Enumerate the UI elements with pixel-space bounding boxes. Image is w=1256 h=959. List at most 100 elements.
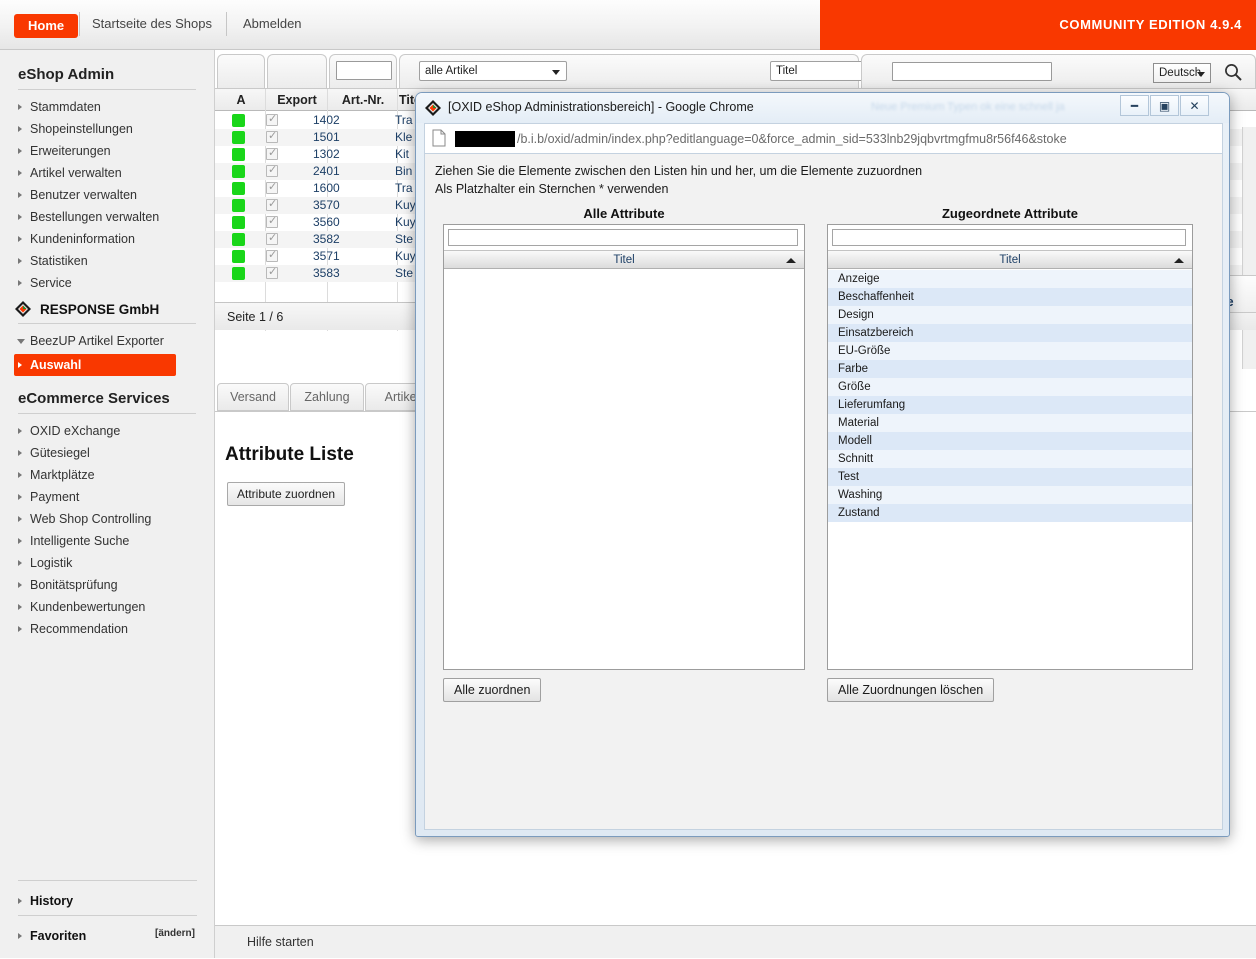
attribute-assign-button[interactable]: Attribute zuordnen <box>227 482 346 506</box>
sidebar-item-kundeninformation[interactable]: Kundeninformation <box>0 228 214 250</box>
chevron-right-icon <box>18 582 22 588</box>
list-item[interactable]: Schnitt <box>828 450 1192 468</box>
sidebar-item-recommendation[interactable]: Recommendation <box>0 618 214 640</box>
sidebar-item-payment[interactable]: Payment <box>0 486 214 508</box>
popup-url-bar[interactable]: /b.i.b/oxid/admin/index.php?editlanguage… <box>424 123 1223 153</box>
filter4-input[interactable] <box>892 62 1052 81</box>
maximize-button[interactable]: ▣ <box>1150 95 1179 116</box>
close-button[interactable]: ✕ <box>1180 95 1209 116</box>
export-checkbox[interactable] <box>266 214 278 228</box>
redacted-host <box>455 131 515 147</box>
oxid-diamond-icon <box>425 100 441 116</box>
export-checkbox[interactable] <box>266 129 278 143</box>
sidebar-item-web-shop-controlling[interactable]: Web Shop Controlling <box>0 508 214 530</box>
sidebar-item-erweiterungen[interactable]: Erweiterungen <box>0 140 214 162</box>
export-checkbox[interactable] <box>266 197 278 211</box>
cell-artnr: 1501 <box>313 130 340 144</box>
left-list-column-header[interactable]: Titel <box>444 250 804 269</box>
export-checkbox[interactable] <box>266 146 278 160</box>
sidebar-item-oxid-exchange[interactable]: OXID eXchange <box>0 420 214 442</box>
export-checkbox[interactable] <box>266 180 278 194</box>
sidebar-item-label: Benutzer verwalten <box>30 188 138 202</box>
popup-titlebar[interactable]: [OXID eShop Administrationsbereich] - Go… <box>416 93 1229 123</box>
category-select[interactable]: alle Artikel <box>419 61 567 81</box>
search-icon[interactable] <box>1223 62 1243 82</box>
list-item[interactable]: Washing <box>828 486 1192 504</box>
sidebar-item-favoriten[interactable]: Favoriten [ändern] <box>0 922 215 950</box>
export-checkbox[interactable] <box>266 265 278 279</box>
sidebar-item-guetesiegel[interactable]: Gütesiegel <box>0 442 214 464</box>
sidebar-item-label: Erweiterungen <box>30 144 111 158</box>
cell-artnr: 1600 <box>313 181 340 195</box>
artnr-filter-input[interactable] <box>336 61 392 80</box>
list-item[interactable]: EU-Größe <box>828 342 1192 360</box>
sidebar-item-stammdaten[interactable]: Stammdaten <box>0 96 214 118</box>
right-list-heading: Zugeordnete Attribute <box>941 206 1078 221</box>
tab-zahlung[interactable]: Zahlung <box>290 383 364 411</box>
list-item[interactable]: Farbe <box>828 360 1192 378</box>
assign-all-button[interactable]: Alle zuordnen <box>443 678 542 702</box>
maximize-icon: ▣ <box>1158 99 1171 113</box>
list-item[interactable]: Lieferumfang <box>828 396 1192 414</box>
sidebar-item-label: Kundeninformation <box>30 232 135 246</box>
right-list-filter-input[interactable] <box>832 229 1186 246</box>
clear-all-assignments-button[interactable]: Alle Zuordnungen löschen <box>827 678 995 702</box>
left-list-rows[interactable] <box>444 270 804 669</box>
chevron-right-icon <box>18 933 22 939</box>
sidebar-item-beezup-exporter[interactable]: BeezUP Artikel Exporter <box>0 330 214 352</box>
toolbar-cell-export <box>267 54 327 88</box>
sidebar-item-bonitaetspruefung[interactable]: Bonitätsprüfung <box>0 574 214 596</box>
sidebar-item-intelligente-suche[interactable]: Intelligente Suche <box>0 530 214 552</box>
col-header-artnr[interactable]: Art.-Nr. <box>329 89 397 111</box>
list-item[interactable]: Modell <box>828 432 1192 450</box>
list-item[interactable]: Einsatzbereich <box>828 324 1192 342</box>
nav-shop-home-link[interactable]: Startseite des Shops <box>92 16 212 31</box>
sidebar-item-label: Artikel verwalten <box>30 166 122 180</box>
sidebar-item-bestellungen-verwalten[interactable]: Bestellungen verwalten <box>0 206 214 228</box>
sidebar-item-label: Bestellungen verwalten <box>30 210 160 224</box>
sidebar-item-benutzer-verwalten[interactable]: Benutzer verwalten <box>0 184 214 206</box>
sidebar-item-auswahl[interactable]: Auswahl <box>14 354 176 376</box>
language-select[interactable]: Deutsch <box>1153 63 1211 83</box>
chevron-right-icon <box>18 428 22 434</box>
list-item[interactable]: Zustand <box>828 504 1192 522</box>
help-start-link[interactable]: Hilfe starten <box>215 925 1256 958</box>
list-item[interactable]: Anzeige <box>828 270 1192 288</box>
popup-window-title: [OXID eShop Administrationsbereich] - Go… <box>448 100 754 114</box>
col-header-export[interactable]: Export <box>267 89 327 111</box>
sidebar-item-service[interactable]: Service <box>0 272 214 294</box>
sidebar-item-statistiken[interactable]: Statistiken <box>0 250 214 272</box>
sidebar-item-marktplaetze[interactable]: Marktplätze <box>0 464 214 486</box>
list-item[interactable]: Größe <box>828 378 1192 396</box>
right-list-rows[interactable]: Anzeige Beschaffenheit Design Einsatzbereic… <box>828 270 1192 669</box>
export-checkbox[interactable] <box>266 112 278 126</box>
col-header-status[interactable]: A <box>217 89 265 111</box>
nav-home-button[interactable]: Home <box>14 14 79 38</box>
table-scrollbar[interactable] <box>1242 127 1256 369</box>
sidebar-item-artikel-verwalten[interactable]: Artikel verwalten <box>0 162 214 184</box>
nav-logout-link[interactable]: Abmelden <box>243 16 302 31</box>
chevron-down-icon <box>552 70 560 75</box>
sidebar-item-label: Kundenbewertungen <box>30 600 146 614</box>
right-list-column-header[interactable]: Titel <box>828 250 1192 269</box>
sidebar-item-kundenbewertungen[interactable]: Kundenbewertungen <box>0 596 214 618</box>
list-item[interactable]: Design <box>828 306 1192 324</box>
export-checkbox[interactable] <box>266 248 278 262</box>
sidebar-item-history[interactable]: History <box>0 887 215 915</box>
list-item[interactable]: Test <box>828 468 1192 486</box>
instruction-line-1: Ziehen Sie die Elemente zwischen den Lis… <box>435 164 923 178</box>
chevron-right-icon <box>18 104 22 110</box>
favorites-edit-link[interactable]: [ändern] <box>155 927 195 941</box>
minimize-button[interactable]: ━ <box>1120 95 1149 116</box>
sidebar-item-shopeinstellungen[interactable]: Shopeinstellungen <box>0 118 214 140</box>
chevron-right-icon <box>18 450 22 456</box>
left-list-filter-input[interactable] <box>448 229 798 246</box>
export-checkbox[interactable] <box>266 163 278 177</box>
list-item[interactable]: Material <box>828 414 1192 432</box>
list-item[interactable]: Beschaffenheit <box>828 288 1192 306</box>
export-checkbox[interactable] <box>266 231 278 245</box>
nav-divider <box>79 12 80 36</box>
chevron-right-icon <box>18 516 22 522</box>
sidebar-item-logistik[interactable]: Logistik <box>0 552 214 574</box>
tab-versand[interactable]: Versand <box>217 383 289 411</box>
